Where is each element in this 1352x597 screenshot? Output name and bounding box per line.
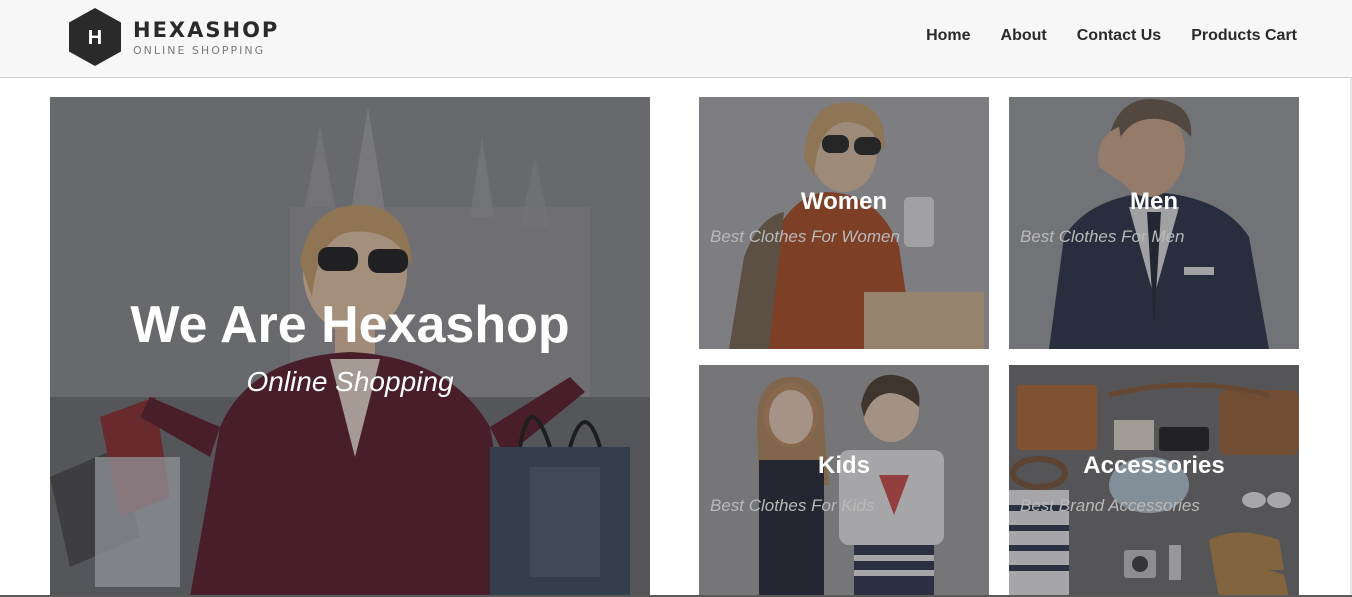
category-subtitle-kids: Best Clothes For Kids (710, 496, 875, 515)
logo-name: HEXASHOP (133, 17, 280, 42)
logo-letter: H (88, 27, 102, 49)
logo-tagline: ONLINE SHOPPING (133, 43, 266, 57)
hero-title: We Are Hexashop (130, 296, 570, 354)
category-subtitle-men: Best Clothes For Men (1020, 227, 1185, 246)
category-title-women: Women (800, 188, 888, 215)
category-title-accessories: Accessories (1083, 452, 1225, 479)
hero-subtitle: Online Shopping (246, 366, 454, 397)
hero-banner: We Are Hexashop Online Shopping (50, 97, 650, 597)
kids-card-overlay (699, 365, 989, 597)
category-title-kids: Kids (817, 452, 870, 479)
category-card-accessories[interactable]: Accessories Best Brand Accessories (1009, 365, 1299, 597)
nav-about-link[interactable]: About (1001, 26, 1047, 46)
men-card-overlay (1009, 97, 1299, 349)
site-header: H HEXASHOP ONLINE SHOPPING Home About Co… (0, 0, 1352, 78)
nav-cart-link[interactable]: Products Cart (1191, 26, 1297, 46)
category-title-men: Men (1130, 188, 1178, 215)
main-nav: Home About Contact Us Products Cart (926, 26, 1297, 46)
category-card-women[interactable]: Women Best Clothes For Women (699, 97, 989, 349)
logo-text: HEXASHOP ONLINE SHOPPING (133, 18, 279, 59)
category-card-kids[interactable]: Kids Best Clothes For Kids (699, 365, 989, 597)
nav-home-link[interactable]: Home (926, 26, 970, 46)
category-subtitle-women: Best Clothes For Women (710, 227, 900, 246)
category-card-men[interactable]: Men Best Clothes For Men (1009, 97, 1299, 349)
hexagon-logo-icon: H (69, 8, 121, 66)
category-subtitle-accessories: Best Brand Accessories (1020, 496, 1200, 515)
accessories-card-overlay (1009, 365, 1299, 597)
nav-contact-link[interactable]: Contact Us (1077, 26, 1161, 46)
women-card-overlay (699, 97, 989, 349)
site-logo[interactable]: H HEXASHOP ONLINE SHOPPING (69, 8, 279, 66)
